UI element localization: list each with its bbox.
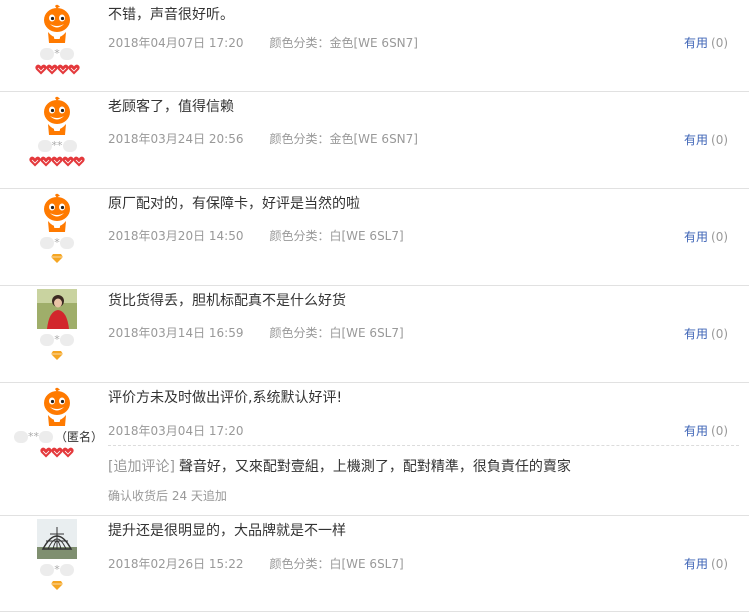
heart-icon (34, 60, 47, 79)
useful-label: 有用 (684, 230, 709, 244)
buyer-rank-icons (24, 64, 90, 78)
useful-button[interactable]: 有用 (0) (684, 132, 728, 148)
review-list: * 不错，声音很好听。 2018年04月07日 17:20 颜色分类：金色[WE … (0, 0, 749, 612)
review-meta: 2018年03月14日 16:59 颜色分类：白[WE 6SL7] (108, 325, 404, 341)
avatar[interactable] (37, 289, 77, 329)
review-item: * 不错，声音很好听。 2018年04月07日 17:20 颜色分类：金色[WE … (0, 0, 749, 92)
reviewer-info: ** （匿名） (14, 386, 104, 461)
heart-icon (67, 60, 80, 79)
useful-button[interactable]: 有用 (0) (684, 35, 728, 51)
review-item: ** 老顾客了，值得信赖 2018年03月24日 20:56 颜色分类：金色[WE… (0, 92, 749, 189)
sku-info: 颜色分类：白[WE 6SL7] (269, 229, 404, 243)
avatar[interactable] (37, 519, 77, 559)
reviewer-nick: ** （匿名） (14, 430, 104, 444)
review-date: 2018年03月04日 17:20 (108, 424, 244, 438)
review-date: 2018年03月20日 14:50 (108, 229, 244, 243)
heart-icon (51, 152, 63, 171)
heart-icon (73, 152, 85, 171)
append-tag: [追加评论] (108, 459, 175, 475)
review-content: 老顾客了，值得信赖 (108, 99, 234, 115)
buyer-rank-icons (24, 253, 90, 267)
useful-label: 有用 (684, 327, 709, 341)
useful-button[interactable]: 有用 (0) (684, 326, 728, 342)
reviewer-info: * (24, 519, 90, 594)
sku-info: 颜色分类：白[WE 6SL7] (269, 326, 404, 340)
avatar[interactable] (37, 192, 77, 232)
sku-info: 颜色分类：白[WE 6SL7] (269, 557, 404, 571)
heart-icon (62, 152, 74, 171)
diamond-icon (51, 575, 63, 594)
heart-icon (56, 60, 69, 79)
append-comment: [追加评论] 聲音好，又來配對壹組，上機測了，配對精準，很負責任的賣家 (108, 457, 571, 477)
append-text: 聲音好，又來配對壹組，上機測了，配對精準，很負責任的賣家 (178, 459, 571, 475)
useful-count: (0) (711, 327, 729, 341)
heart-icon (62, 443, 74, 462)
review-content: 原厂配对的，有保障卡，好评是当然的啦 (108, 196, 360, 212)
reviewer-nick: ** (24, 139, 90, 153)
buyer-rank-icons (24, 156, 90, 170)
review-meta: 2018年03月24日 20:56 颜色分类：金色[WE 6SN7] (108, 131, 418, 147)
buyer-rank-icons (24, 580, 90, 594)
buyer-rank-icons (14, 447, 100, 461)
heart-icon (45, 60, 58, 79)
review-meta: 2018年02月26日 15:22 颜色分类：白[WE 6SL7] (108, 556, 404, 572)
review-item: ** （匿名） 评价方未及时做出评价,系统默认好评! 2018年03月04日 17… (0, 383, 749, 516)
review-item: * 原厂配对的，有保障卡，好评是当然的啦 2018年03月20日 14:50 颜色… (0, 189, 749, 286)
avatar[interactable] (37, 3, 77, 43)
append-divider (108, 445, 739, 446)
reviewer-info: ** (24, 95, 90, 170)
anonymous-label: （匿名） (55, 430, 104, 444)
heart-icon (51, 443, 63, 462)
useful-count: (0) (711, 557, 729, 571)
useful-label: 有用 (684, 424, 709, 438)
review-date: 2018年04月07日 17:20 (108, 36, 244, 50)
avatar[interactable] (37, 95, 77, 135)
review-item: * 提升还是很明显的，大品牌就是不一样 2018年02月26日 15:22 颜色分… (0, 516, 749, 612)
review-date: 2018年02月26日 15:22 (108, 557, 244, 571)
useful-button[interactable]: 有用 (0) (684, 556, 728, 572)
append-time: 确认收货后 24 天追加 (108, 489, 227, 503)
review-content: 评价方未及时做出评价,系统默认好评! (108, 390, 343, 406)
useful-label: 有用 (684, 557, 709, 571)
useful-label: 有用 (684, 36, 709, 50)
review-item: * 货比货得丢，胆机标配真不是什么好货 2018年03月14日 16:59 颜色分… (0, 286, 749, 383)
heart-icon (29, 152, 41, 171)
buyer-rank-icons (24, 350, 90, 364)
useful-button[interactable]: 有用 (0) (684, 423, 728, 439)
review-meta: 2018年04月07日 17:20 颜色分类：金色[WE 6SN7] (108, 35, 418, 51)
diamond-icon (51, 248, 63, 267)
review-content: 不错，声音很好听。 (108, 7, 234, 23)
reviewer-nick: * (24, 47, 90, 61)
useful-count: (0) (711, 230, 729, 244)
sku-info: 颜色分类：金色[WE 6SN7] (269, 36, 418, 50)
avatar[interactable] (37, 386, 77, 426)
reviewer-info: * (24, 192, 90, 267)
sku-info: 颜色分类：金色[WE 6SN7] (269, 132, 418, 146)
review-date: 2018年03月24日 20:56 (108, 132, 244, 146)
heart-icon (40, 443, 52, 462)
useful-count: (0) (711, 36, 729, 50)
reviewer-info: * (24, 3, 90, 78)
useful-label: 有用 (684, 133, 709, 147)
review-date: 2018年03月14日 16:59 (108, 326, 244, 340)
review-content: 提升还是很明显的，大品牌就是不一样 (108, 523, 346, 539)
review-meta: 2018年03月04日 17:20 (108, 423, 243, 439)
useful-count: (0) (711, 133, 729, 147)
diamond-icon (51, 345, 63, 364)
heart-icon (40, 152, 52, 171)
useful-count: (0) (711, 424, 729, 438)
review-content: 货比货得丢，胆机标配真不是什么好货 (108, 293, 346, 309)
review-meta: 2018年03月20日 14:50 颜色分类：白[WE 6SL7] (108, 228, 404, 244)
useful-button[interactable]: 有用 (0) (684, 229, 728, 245)
reviewer-info: * (24, 289, 90, 364)
